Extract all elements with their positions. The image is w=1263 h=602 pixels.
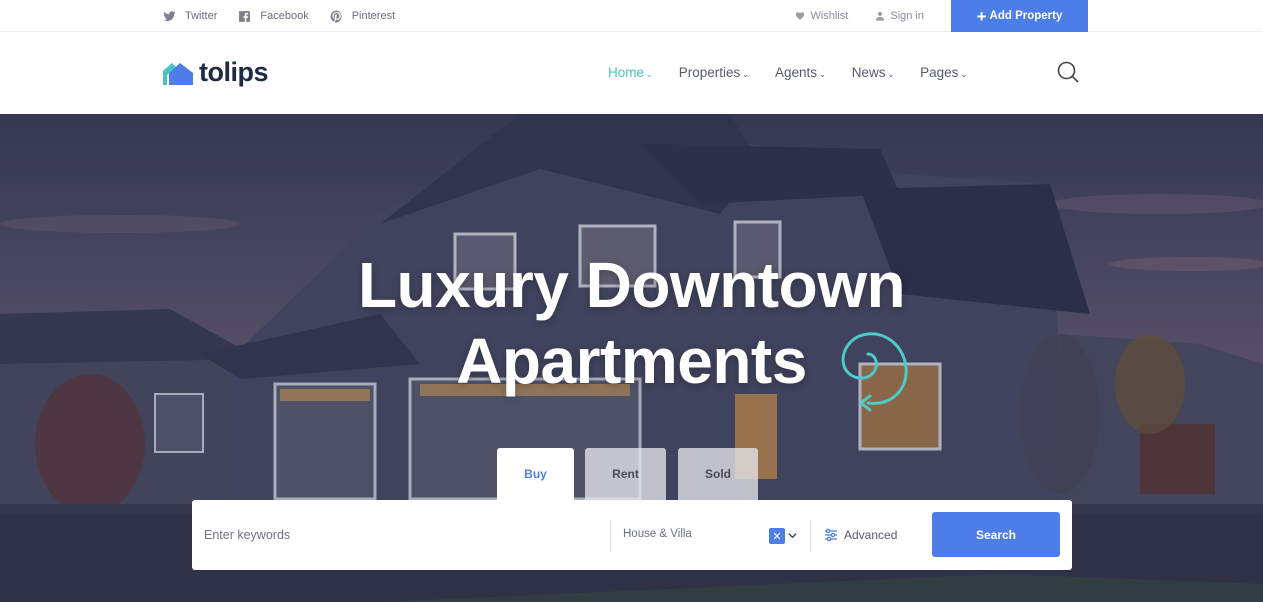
tab-sold[interactable]: Sold xyxy=(678,448,758,500)
heart-icon xyxy=(796,12,805,20)
nav-item-properties[interactable]: Properties ⌄ xyxy=(679,65,749,80)
facebook-icon xyxy=(239,10,251,22)
logo[interactable]: tolips xyxy=(163,57,269,88)
chevron-down-icon: ⌄ xyxy=(887,69,895,79)
chevron-down-icon: ⌄ xyxy=(646,69,653,79)
plus-icon: + xyxy=(976,6,987,26)
social-link-facebook[interactable]: Facebook xyxy=(238,10,309,23)
chevron-down-icon: ⌄ xyxy=(960,69,968,79)
main-header: tolips Home ⌄ Properties ⌄ Agents ⌄ News ⌄ P… xyxy=(0,33,1263,114)
swirl-decoration-icon xyxy=(841,332,908,412)
nav-properties-label: Properties xyxy=(678,65,741,80)
search-button[interactable]: Search xyxy=(932,512,1060,557)
tab-rent-label: Rent xyxy=(612,467,639,481)
top-bar: Twitter Facebook Pinterest Wishlist Sign… xyxy=(0,0,1263,32)
nav-agents-label: Agents xyxy=(774,65,817,80)
add-property-button[interactable]: + Add Property xyxy=(951,0,1088,32)
tab-sold-label: Sold xyxy=(705,467,731,481)
nav-item-pages[interactable]: Pages ⌄ xyxy=(920,65,967,80)
wishlist-label: Wishlist xyxy=(810,10,849,22)
signin-link[interactable]: Sign in xyxy=(875,10,924,22)
nav-news-label: News xyxy=(851,65,886,80)
tab-buy-label: Buy xyxy=(524,467,547,481)
advanced-search-toggle[interactable]: Advanced xyxy=(824,528,897,542)
property-search-bar: House & Villa ✕ Advanced Search xyxy=(192,500,1072,570)
logo-text: tolips xyxy=(199,57,269,87)
pinterest-icon xyxy=(330,10,342,23)
add-property-label: Add Property xyxy=(989,10,1063,22)
social-links: Twitter Facebook Pinterest xyxy=(163,0,416,32)
social-link-pinterest[interactable]: Pinterest xyxy=(330,10,395,23)
top-right-actions: Wishlist Sign in + Add Property xyxy=(795,0,1088,32)
hero-section: Luxury Downtown Apartments Buy Rent Sold… xyxy=(0,114,1263,602)
sliders-icon xyxy=(825,528,837,542)
house-logo-icon xyxy=(163,62,193,85)
divider xyxy=(810,520,811,552)
advanced-label: Advanced xyxy=(844,528,898,542)
nav-item-agents[interactable]: Agents ⌄ xyxy=(775,65,826,80)
user-icon xyxy=(876,11,885,21)
clear-selection-icon[interactable]: ✕ xyxy=(769,528,785,544)
tab-rent[interactable]: Rent xyxy=(585,448,666,500)
social-link-twitter[interactable]: Twitter xyxy=(163,10,217,23)
nav-item-home[interactable]: Home ⌄ xyxy=(608,65,653,80)
keyword-input[interactable] xyxy=(204,522,594,548)
hero-title-line2: Apartments xyxy=(456,325,807,397)
search-icon[interactable] xyxy=(1056,60,1080,84)
divider xyxy=(610,520,611,552)
nav-item-news[interactable]: News ⌄ xyxy=(852,65,894,80)
tab-buy[interactable]: Buy xyxy=(497,448,574,500)
facebook-label: Facebook xyxy=(260,10,309,22)
nav-pages-label: Pages xyxy=(920,65,959,80)
chevron-down-icon: ⌄ xyxy=(742,69,749,79)
main-nav: Home ⌄ Properties ⌄ Agents ⌄ News ⌄ Pages ⌄ xyxy=(608,65,993,80)
property-type-value: House & Villa xyxy=(623,528,692,540)
pinterest-label: Pinterest xyxy=(351,10,396,22)
signin-label: Sign in xyxy=(890,10,924,22)
twitter-label: Twitter xyxy=(185,10,218,22)
twitter-icon xyxy=(163,10,176,21)
hero-title: Luxury Downtown Apartments xyxy=(0,247,1263,399)
nav-home-label: Home xyxy=(608,65,645,80)
chevron-down-icon[interactable] xyxy=(787,530,798,541)
property-type-select[interactable]: House & Villa xyxy=(623,528,692,540)
chevron-down-icon: ⌄ xyxy=(818,69,826,79)
wishlist-link[interactable]: Wishlist xyxy=(795,10,848,22)
hero-title-line1: Luxury Downtown xyxy=(357,249,906,321)
